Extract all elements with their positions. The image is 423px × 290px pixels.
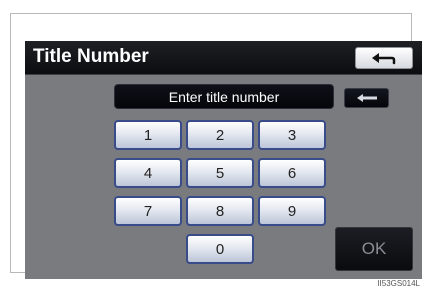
back-button[interactable] <box>355 47 413 69</box>
key-2[interactable]: 2 <box>186 120 254 150</box>
page-title: Title Number <box>33 46 149 67</box>
left-arrow-icon <box>356 94 377 102</box>
key-0[interactable]: 0 <box>186 234 254 264</box>
ok-button[interactable]: OK <box>335 227 413 271</box>
display-screen: Title Number Enter title number 1 2 3 4 … <box>25 41 422 279</box>
key-4[interactable]: 4 <box>114 158 182 188</box>
image-code: II53GS014L <box>377 279 420 288</box>
key-6[interactable]: 6 <box>258 158 326 188</box>
key-3[interactable]: 3 <box>258 120 326 150</box>
title-number-input[interactable]: Enter title number <box>114 84 334 109</box>
return-arrow-icon <box>372 53 396 65</box>
key-8[interactable]: 8 <box>186 196 254 226</box>
key-9[interactable]: 9 <box>258 196 326 226</box>
backspace-button[interactable] <box>344 88 389 108</box>
header-bar: Title Number <box>25 41 422 75</box>
key-7[interactable]: 7 <box>114 196 182 226</box>
key-1[interactable]: 1 <box>114 120 182 150</box>
key-5[interactable]: 5 <box>186 158 254 188</box>
